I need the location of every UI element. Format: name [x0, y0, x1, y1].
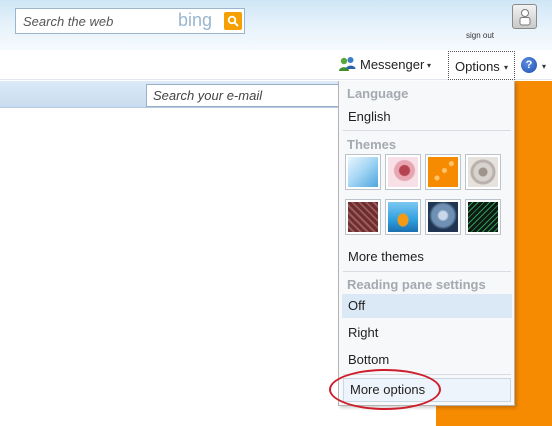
web-search-input[interactable]: Search the web — [23, 14, 113, 29]
messenger-people-icon — [339, 57, 356, 71]
reading-pane-right-label: Right — [348, 325, 379, 340]
email-search-input[interactable]: Search your e-mail — [153, 88, 262, 103]
highlight-circle — [329, 369, 441, 410]
menu-divider — [343, 130, 511, 131]
theme-swatch-green-mesh[interactable] — [465, 199, 501, 235]
email-search-field[interactable]: Search your e-mail — [146, 84, 346, 107]
theme-color-strip-bottom — [436, 406, 552, 426]
reading-pane-bottom-item[interactable]: Bottom — [342, 348, 512, 372]
chevron-down-icon[interactable]: ▾ — [542, 62, 546, 71]
reading-pane-heading: Reading pane settings — [347, 277, 486, 292]
theme-swatch-blossom[interactable] — [385, 154, 421, 190]
reading-pane-off-item[interactable]: Off — [342, 294, 512, 318]
themes-heading: Themes — [347, 137, 397, 152]
help-icon[interactable]: ? — [521, 57, 537, 73]
user-avatar-icon — [519, 9, 531, 26]
more-themes-label: More themes — [348, 249, 424, 264]
theme-swatch-lace[interactable] — [465, 154, 501, 190]
theme-swatch-orange-dots[interactable] — [425, 154, 461, 190]
web-search-box[interactable]: Search the web bing — [15, 8, 245, 34]
reading-pane-bottom-label: Bottom — [348, 352, 390, 367]
theme-color-strip — [515, 81, 552, 426]
options-dropdown-menu: Language English Themes More themes Read… — [338, 81, 515, 406]
theme-swatch-cartoon[interactable] — [385, 199, 421, 235]
language-english-item[interactable]: English — [342, 105, 512, 129]
chevron-down-icon: ▾ — [427, 61, 432, 70]
bing-logo: bing — [178, 10, 213, 30]
theme-swatch-sky[interactable] — [345, 154, 381, 190]
theme-swatch-weave[interactable] — [345, 199, 381, 235]
sign-out-link[interactable]: sign out — [466, 31, 494, 40]
hotmail-window: Search the web bing sign out Messenger ▾… — [0, 0, 552, 426]
reading-pane-right-item[interactable]: Right — [342, 321, 512, 345]
more-themes-item[interactable]: More themes — [342, 245, 512, 269]
language-heading: Language — [347, 86, 409, 101]
top-banner: Search the web bing sign out — [0, 0, 552, 50]
options-label: Options — [455, 59, 500, 74]
menu-divider — [343, 271, 511, 272]
theme-swatch-storm[interactable] — [425, 199, 461, 235]
language-current-label: English — [348, 109, 391, 124]
messenger-label: Messenger — [360, 57, 425, 72]
options-button[interactable]: Options ▾ — [448, 51, 515, 80]
reading-pane-off-label: Off — [348, 298, 366, 313]
magnifier-icon — [227, 15, 239, 27]
top-toolbar: Messenger ▾ Options ▾ ? ▾ — [0, 50, 552, 80]
search-go-button[interactable] — [224, 12, 242, 30]
avatar[interactable] — [512, 4, 537, 29]
chevron-down-icon: ▾ — [504, 63, 509, 72]
